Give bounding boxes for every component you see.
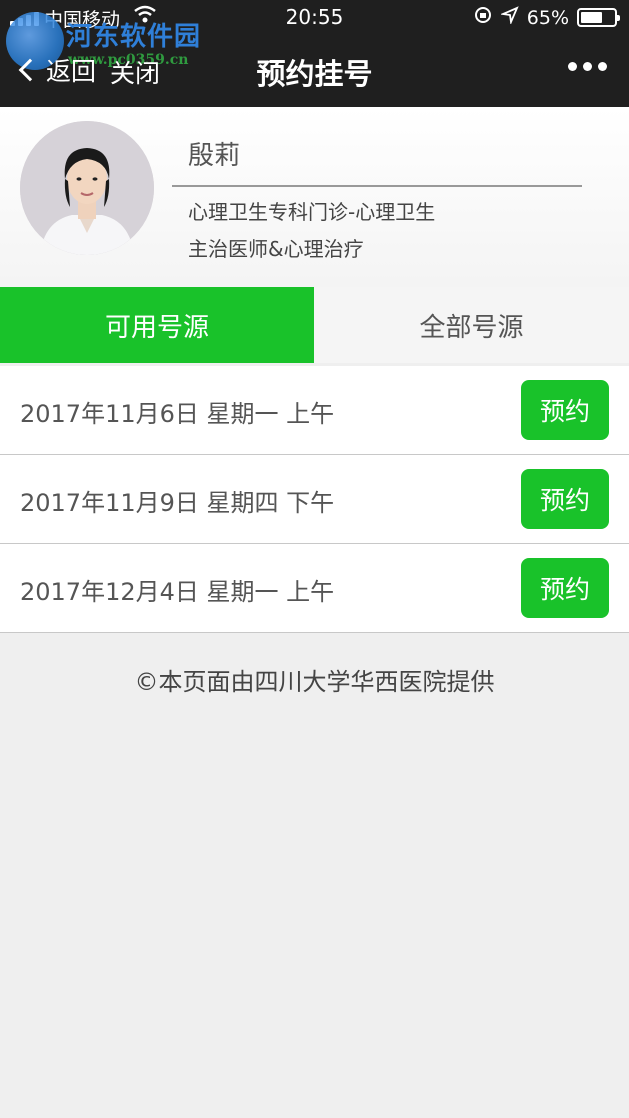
more-options-icon[interactable]	[568, 62, 607, 71]
slot-list: 2017年11月6日 星期一 上午 预约 2017年11月9日 星期四 下午 预…	[0, 366, 629, 633]
slot-date: 2017年11月6日 星期一 上午	[20, 400, 335, 428]
list-item: 2017年11月9日 星期四 下午 预约	[0, 455, 629, 544]
tab-available-slots[interactable]: 可用号源	[0, 287, 314, 363]
doctor-name: 殷莉	[188, 141, 241, 171]
battery-icon	[577, 8, 620, 27]
divider	[172, 185, 582, 187]
page-title: 预约挂号	[256, 57, 373, 91]
footer-text: ©本页面由四川大学华西医院提供	[134, 668, 495, 696]
book-button[interactable]: 预约	[521, 380, 609, 440]
battery-percent: 65%	[526, 6, 569, 29]
slot-date: 2017年12月4日 星期一 上午	[20, 578, 335, 606]
doctor-header: 殷莉 心理卫生专科门诊-心理卫生 主治医师&心理治疗	[0, 107, 629, 287]
battery-fill	[581, 12, 602, 23]
orientation-lock-icon	[473, 5, 493, 30]
list-item: 2017年12月4日 星期一 上午 预约	[0, 544, 629, 633]
list-item: 2017年11月6日 星期一 上午 预约	[0, 366, 629, 455]
slot-tabs: 可用号源 全部号源	[0, 287, 629, 363]
book-button[interactable]: 预约	[521, 558, 609, 618]
doctor-avatar	[20, 121, 154, 255]
location-icon	[499, 6, 519, 29]
tab-all-slots[interactable]: 全部号源	[314, 287, 629, 363]
slot-date: 2017年11月9日 星期四 下午	[20, 489, 335, 517]
doctor-title: 主治医师&心理治疗	[188, 237, 364, 261]
book-button[interactable]: 预约	[521, 469, 609, 529]
top-bar: 中国移动 20:55 65% 河东软件园 www.pc0359.cn 返回 关闭…	[0, 0, 629, 107]
nav-bar: 返回 关闭 预约挂号	[0, 44, 629, 100]
doctor-department: 心理卫生专科门诊-心理卫生	[188, 200, 436, 224]
